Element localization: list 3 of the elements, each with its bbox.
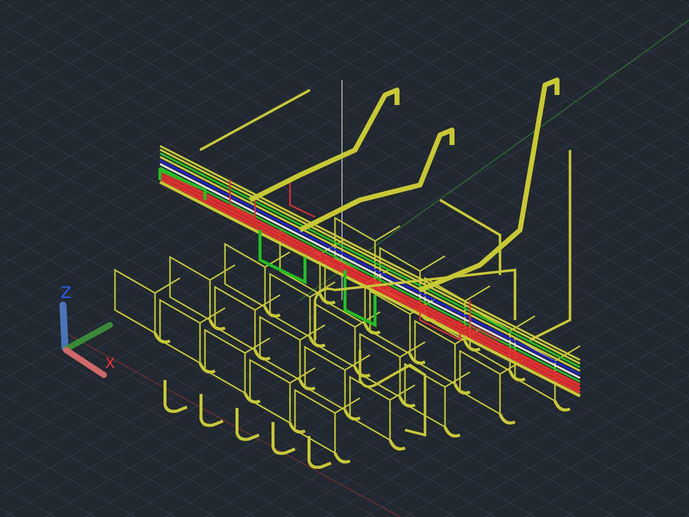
axis-label: Z xyxy=(60,283,72,302)
axis-label: X xyxy=(105,356,115,372)
ucs-axes-icon xyxy=(60,302,113,378)
